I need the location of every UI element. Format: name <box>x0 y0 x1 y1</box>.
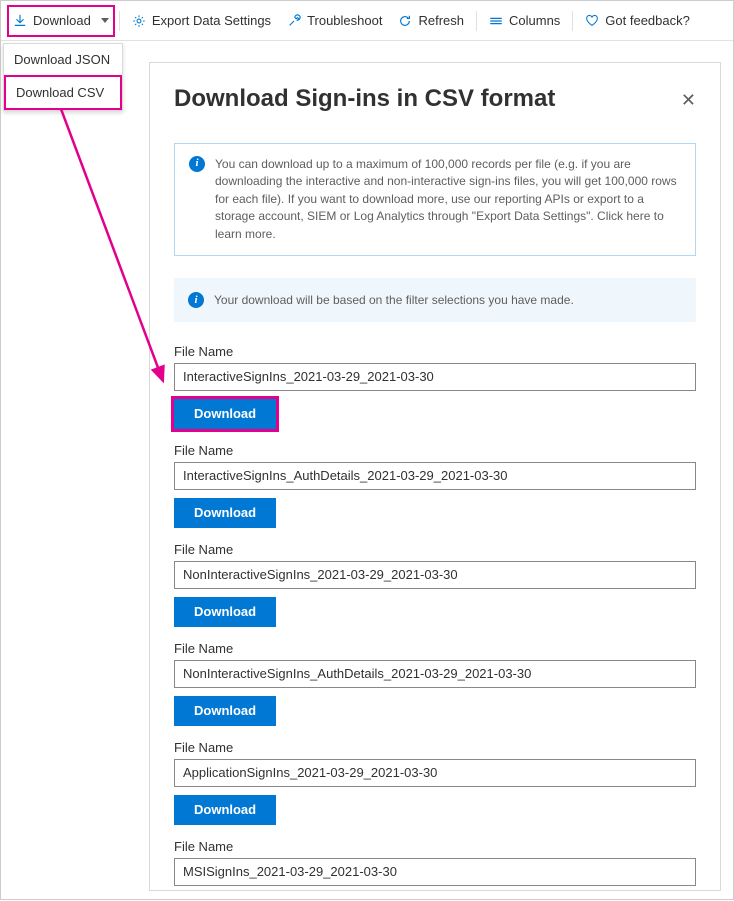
info-text-filter: Your download will be based on the filte… <box>214 293 574 307</box>
panel-title: Download Sign-ins in CSV format <box>174 85 555 113</box>
download-icon <box>13 14 27 28</box>
troubleshoot-button[interactable]: Troubleshoot <box>279 5 390 37</box>
file-name-input-2[interactable] <box>174 561 696 589</box>
troubleshoot-label: Troubleshoot <box>307 13 382 28</box>
download-dropdown-button[interactable]: Download <box>7 5 115 37</box>
file-name-input-1[interactable] <box>174 462 696 490</box>
download-button-1[interactable]: Download <box>174 498 276 528</box>
refresh-icon <box>398 14 412 28</box>
refresh-button[interactable]: Refresh <box>390 5 472 37</box>
wrench-icon <box>287 14 301 28</box>
download-button-4[interactable]: Download <box>174 795 276 825</box>
refresh-label: Refresh <box>418 13 464 28</box>
file-block-2: File Name Download <box>174 542 696 627</box>
feedback-label: Got feedback? <box>605 13 690 28</box>
download-csv-panel: Download Sign-ins in CSV format ✕ i You … <box>149 62 721 891</box>
separator <box>476 11 477 31</box>
file-name-label: File Name <box>174 740 696 755</box>
close-icon[interactable]: ✕ <box>681 91 696 109</box>
columns-label: Columns <box>509 13 560 28</box>
download-dropdown-menu: Download JSON Download CSV <box>3 43 123 111</box>
download-button-3[interactable]: Download <box>174 696 276 726</box>
feedback-button[interactable]: Got feedback? <box>577 5 698 37</box>
info-icon: i <box>189 156 205 172</box>
command-bar: Download Export Data Settings Troublesho… <box>1 1 733 41</box>
panel-header: Download Sign-ins in CSV format ✕ <box>174 85 696 143</box>
file-name-label: File Name <box>174 443 696 458</box>
heart-icon <box>585 14 599 28</box>
file-name-input-3[interactable] <box>174 660 696 688</box>
info-box-limit: i You can download up to a maximum of 10… <box>174 143 696 256</box>
file-name-input-0[interactable] <box>174 363 696 391</box>
download-json-item[interactable]: Download JSON <box>4 44 122 75</box>
file-block-5: File Name Download <box>174 839 696 891</box>
file-name-input-4[interactable] <box>174 759 696 787</box>
export-data-settings-button[interactable]: Export Data Settings <box>124 5 279 37</box>
download-label: Download <box>33 13 91 28</box>
info-icon: i <box>188 292 204 308</box>
export-data-settings-label: Export Data Settings <box>152 13 271 28</box>
info-box-filter: i Your download will be based on the fil… <box>174 278 696 322</box>
separator <box>119 11 120 31</box>
file-block-0: File Name Download <box>174 344 696 429</box>
download-button-2[interactable]: Download <box>174 597 276 627</box>
file-block-3: File Name Download <box>174 641 696 726</box>
file-name-label: File Name <box>174 839 696 854</box>
chevron-down-icon <box>101 18 109 23</box>
file-block-4: File Name Download <box>174 740 696 825</box>
file-name-input-5[interactable] <box>174 858 696 886</box>
download-button-0[interactable]: Download <box>174 399 276 429</box>
separator <box>572 11 573 31</box>
info-text-limit: You can download up to a maximum of 100,… <box>215 156 681 243</box>
download-csv-item[interactable]: Download CSV <box>4 75 122 110</box>
file-name-label: File Name <box>174 344 696 359</box>
file-name-label: File Name <box>174 542 696 557</box>
file-name-label: File Name <box>174 641 696 656</box>
columns-icon <box>489 14 503 28</box>
columns-button[interactable]: Columns <box>481 5 568 37</box>
gear-icon <box>132 14 146 28</box>
file-block-1: File Name Download <box>174 443 696 528</box>
